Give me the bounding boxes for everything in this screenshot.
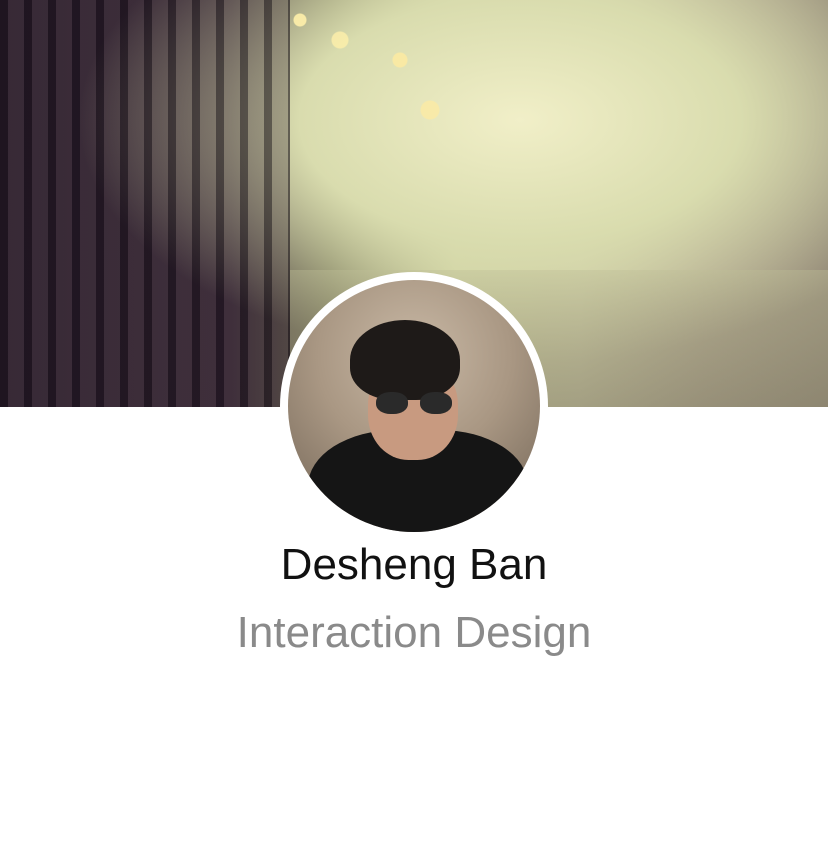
avatar-sunglasses [376,392,452,414]
profile-role: Interaction Design [236,608,592,657]
profile-name: Desheng Ban [280,540,548,589]
cover-fence [0,0,290,407]
avatar[interactable] [288,280,540,532]
avatar-hair [350,320,460,400]
